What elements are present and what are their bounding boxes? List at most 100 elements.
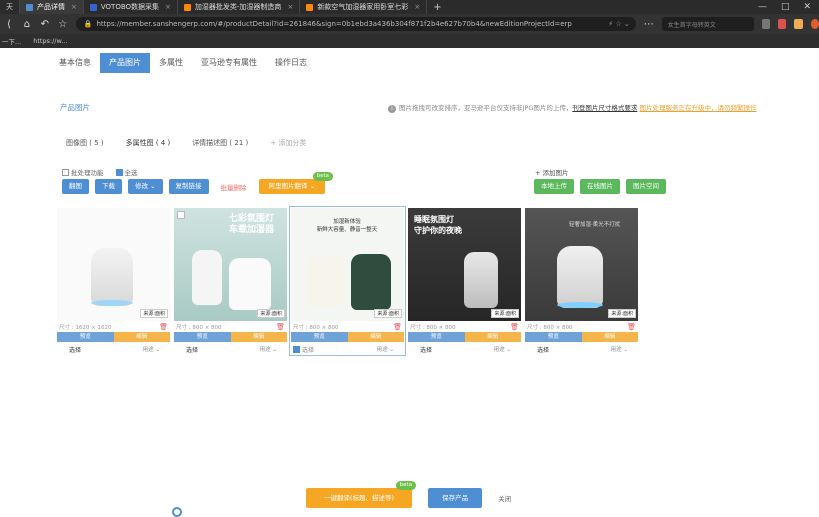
close-icon[interactable]: × — [287, 3, 293, 11]
help-float-icon[interactable] — [172, 507, 182, 517]
add-category-button[interactable]: + 添加分类 — [270, 138, 306, 148]
select-checkbox[interactable]: 选择 — [293, 345, 314, 354]
maximize-icon[interactable]: □ — [781, 2, 790, 12]
humidifier-graphic — [91, 248, 133, 306]
select-label[interactable]: 选择 — [420, 345, 432, 354]
image-meta: 尺寸 : 800 × 800 🗑 — [408, 321, 521, 332]
batch-delete-button[interactable]: 批量删除 — [221, 182, 247, 192]
edit-dropdown-button[interactable]: 修改 ⌄ — [128, 179, 163, 194]
image-card: 七彩氛围灯 车载加湿器 来源:面积 尺寸 : 800 × 800 🗑 预览 编辑 选… — [174, 208, 287, 354]
url-input[interactable]: 🔒 https://member.sanshengerp.com/#/produc… — [75, 17, 636, 31]
tab-operation-log[interactable]: 操作日志 — [266, 53, 316, 73]
tip-warning-link[interactable]: 图片处理服务正在升级中，请勿频繁操作 — [639, 104, 756, 112]
edit-button[interactable]: 编辑 — [230, 332, 287, 342]
preview-button[interactable]: 预览 — [174, 332, 231, 342]
search-input[interactable]: 女生首字母转英文 — [661, 17, 754, 31]
image-meta: 尺寸 : 800 × 800 🗑 — [525, 321, 638, 332]
close-icon[interactable]: × — [71, 3, 77, 11]
edit-button[interactable]: 编辑 — [464, 332, 521, 342]
select-row: 选择 用途 ⌄ — [408, 342, 521, 354]
undo-icon[interactable]: ↶ — [40, 19, 50, 30]
image-overlay-text: 睡眠氛围灯 守护你的夜晚 — [414, 215, 462, 235]
select-label[interactable]: 选择 — [69, 345, 81, 354]
bookmark-item[interactable]: 一下... — [2, 36, 21, 46]
browser-tab[interactable]: 新款空气加湿器家用卧室七彩 × — [300, 0, 428, 14]
preview-button[interactable]: 预览 — [525, 332, 582, 342]
edit-button[interactable]: 编辑 — [113, 332, 170, 342]
select-label[interactable]: 选择 — [186, 345, 198, 354]
batch-toggle[interactable]: 批处理功能 — [62, 167, 104, 177]
tab-basic-info[interactable]: 基本信息 — [50, 53, 100, 73]
category-tab[interactable]: 图像图 ( 5 ) — [66, 138, 104, 148]
local-upload-button[interactable]: 本地上传 — [534, 179, 574, 194]
save-product-button[interactable]: 保存产品 — [428, 488, 483, 508]
minimize-icon[interactable]: — — [758, 2, 767, 12]
close-window-icon[interactable]: ✕ — [803, 2, 811, 12]
image-actions: 预览 编辑 — [408, 332, 521, 342]
preview-button[interactable]: 预览 — [408, 332, 465, 342]
product-image[interactable]: 加湿新体验 新鲜大容量、静音一整天 来源:面积 — [291, 208, 404, 321]
edit-button[interactable]: 编辑 — [347, 332, 404, 342]
beta-badge: beta — [312, 172, 334, 181]
select-label[interactable]: 选择 — [537, 345, 549, 354]
browser-tab[interactable]: VOTOBO数据采集 × — [84, 0, 178, 14]
usage-dropdown[interactable]: 用途 ⌄ — [611, 345, 628, 354]
delete-icon[interactable]: 🗑 — [276, 323, 285, 331]
category-tab[interactable]: 多属性图 ( 4 ) — [126, 138, 171, 148]
card-checkbox[interactable] — [177, 211, 185, 219]
extension-icon[interactable] — [794, 19, 803, 29]
close-icon[interactable]: × — [165, 3, 171, 11]
browser-tab[interactable]: 加湿器批发类-加湿器制造商 × — [178, 0, 301, 14]
edit-button[interactable]: 编辑 — [581, 332, 638, 342]
star-icon[interactable]: ☆ — [58, 19, 68, 30]
browser-tab[interactable]: 天 — [0, 0, 20, 14]
delete-icon[interactable]: 🗑 — [393, 323, 402, 331]
tab-amazon-attributes[interactable]: 亚马逊专有属性 — [192, 53, 266, 73]
product-image[interactable]: 轻奢加湿·柔光不打扰 来源:面积 — [525, 208, 638, 321]
translate-button[interactable]: 翻图 — [62, 179, 89, 194]
usage-dropdown[interactable]: 用途 ⌄ — [260, 345, 277, 354]
close-button[interactable]: 关闭 — [498, 493, 511, 503]
usage-dropdown[interactable]: 用途 ⌄ — [377, 345, 394, 354]
product-image[interactable]: 来源:面积 — [57, 208, 170, 321]
add-image-link[interactable]: + 添加图片 — [535, 167, 569, 177]
image-card: 来源:面积 尺寸 : 1620 × 1620 🗑 预览 编辑 选择 用途 ⌄ — [57, 208, 170, 354]
glow-graphic — [557, 302, 603, 308]
back-icon[interactable]: ⟨ — [4, 19, 14, 30]
product-image[interactable]: 睡眠氛围灯 守护你的夜晚 来源:面积 — [408, 208, 521, 321]
image-meta: 尺寸 : 800 × 800 🗑 — [174, 321, 287, 332]
preview-button[interactable]: 预览 — [291, 332, 348, 342]
usage-dropdown[interactable]: 用途 ⌄ — [494, 345, 511, 354]
usage-dropdown[interactable]: 用途 ⌄ — [143, 345, 160, 354]
product-image[interactable]: 七彩氛围灯 车载加湿器 来源:面积 — [174, 208, 287, 321]
close-icon[interactable]: × — [414, 3, 420, 11]
delete-icon[interactable]: 🗑 — [627, 323, 636, 331]
category-tab[interactable]: 详情描述图 ( 21 ) — [192, 138, 248, 148]
new-tab-button[interactable]: + — [427, 2, 447, 13]
browser-tab-active[interactable]: 产品详情 × — [20, 0, 84, 14]
copy-link-button[interactable]: 复制链接 — [168, 179, 209, 194]
menu-icon[interactable]: ⋯ — [644, 19, 654, 30]
select-row: 选择 用途 ⌄ — [57, 342, 170, 354]
image-size: 尺寸 : 800 × 800 — [410, 324, 456, 331]
home-icon[interactable]: ⌂ — [22, 19, 32, 30]
extension-icon[interactable] — [810, 19, 819, 29]
tab-product-images[interactable]: 产品图片 — [100, 53, 150, 73]
ali-translate-dropdown-button[interactable]: 阿里图片翻译 ⌄ — [258, 179, 326, 194]
download-button[interactable]: 下载 — [95, 179, 122, 194]
one-click-translate-button[interactable]: 一键翻译(标题、描述等) — [306, 488, 413, 508]
bottom-action-bar: 一键翻译(标题、描述等) beta 保存产品 关闭 — [306, 481, 511, 508]
online-image-button[interactable]: 在线图片 — [580, 179, 620, 194]
tab-multi-attributes[interactable]: 多属性 — [150, 53, 192, 73]
preview-button[interactable]: 预览 — [57, 332, 114, 342]
delete-icon[interactable]: 🗑 — [159, 323, 168, 331]
extension-icon[interactable] — [761, 19, 771, 29]
delete-icon[interactable]: 🗑 — [510, 323, 519, 331]
url-actions-icon[interactable]: ⚡ ☆ ⌄ — [608, 20, 636, 28]
bookmark-item[interactable]: https://w... — [33, 37, 67, 45]
tip-link[interactable]: 刊登图片尺寸格式要求 — [572, 104, 637, 112]
extension-icon[interactable] — [778, 19, 787, 29]
image-space-button[interactable]: 图片空间 — [626, 179, 666, 194]
lock-icon: 🔒 — [83, 20, 93, 28]
select-all-checkbox[interactable]: 全选 — [115, 167, 138, 177]
